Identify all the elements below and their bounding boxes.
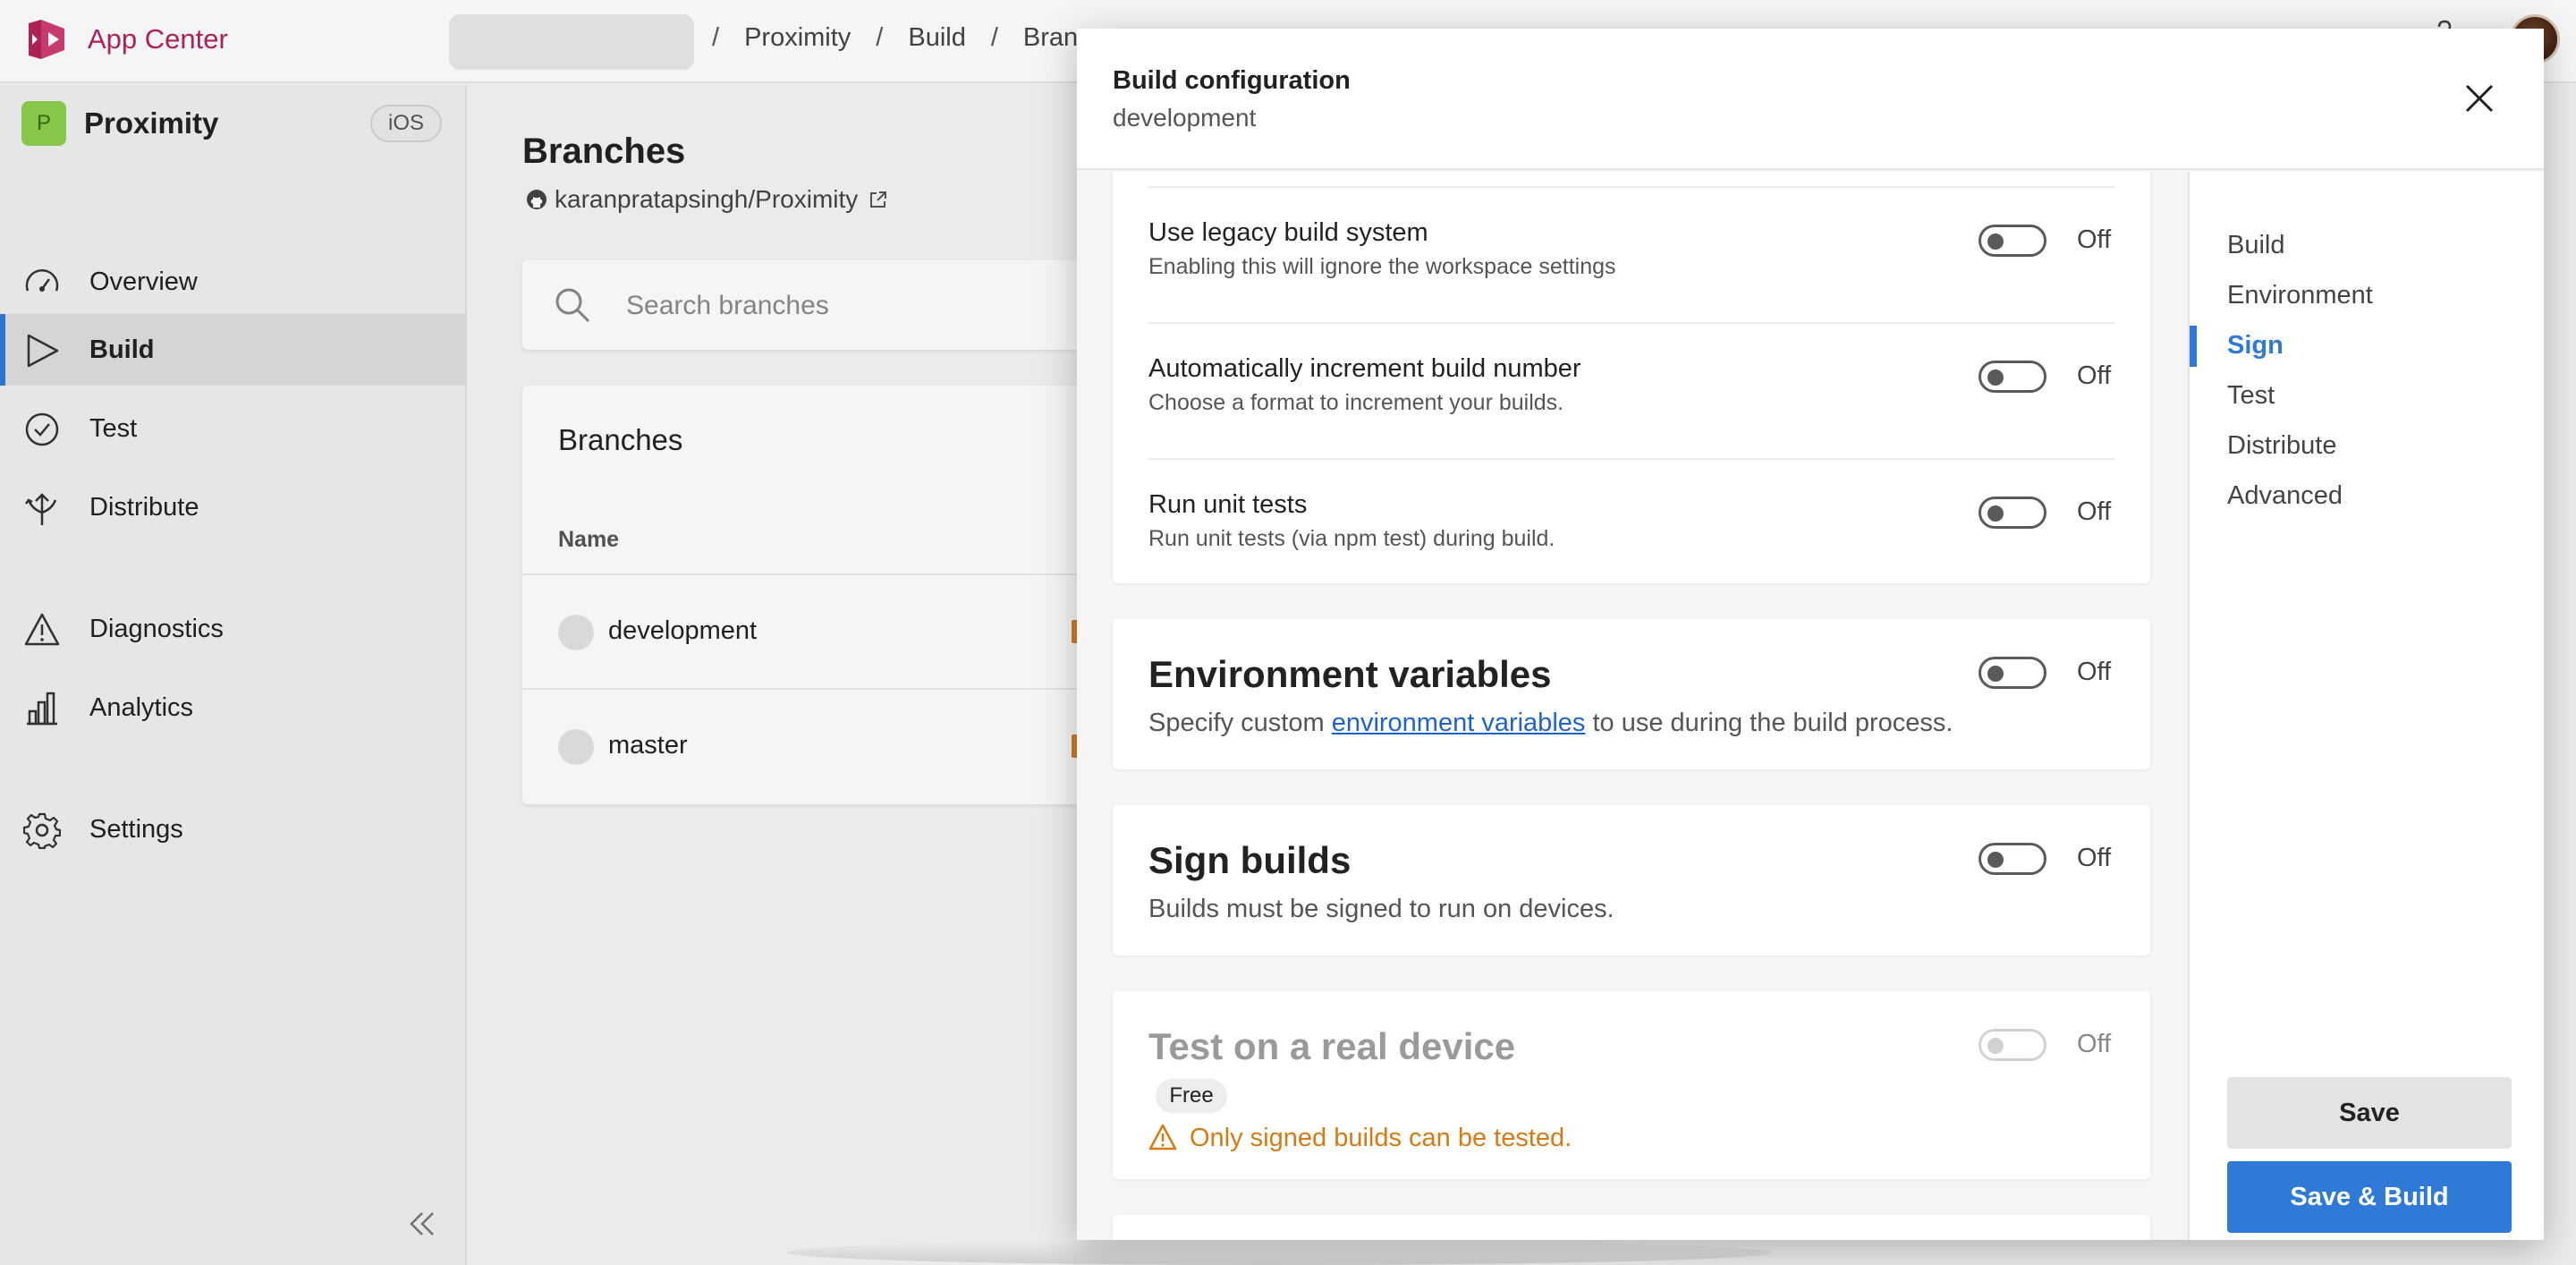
build-configuration-panel: Build configuration development Use lega… [1077,29,2544,1240]
panel-body[interactable]: Use legacy build system Enabling this wi… [1077,172,2186,1240]
section-nav-build[interactable]: Build [2190,224,2544,270]
environment-variables-link[interactable]: environment variables [1332,709,1586,737]
panel-header: Build configuration development [1077,29,2544,170]
divider [1148,186,2114,188]
warning-icon [1148,1124,1177,1150]
toggle-knob [1987,233,2004,250]
toggle-state: Off [2077,844,2112,872]
setting-description: Enabling this will ignore the workspace … [1148,254,1616,279]
toggle-knob [1987,852,2004,868]
toggle-state: Off [2077,225,2112,254]
environment-variables-card: Environment variables Specify custom env… [1113,619,2150,769]
test-real-device-card: Test on a real device Free Only signed b… [1113,991,2150,1179]
section-nav-label: Distribute [2227,431,2337,460]
section-nav-sign[interactable]: Sign [2190,324,2544,370]
toggle-knob [1987,1038,2004,1054]
close-icon[interactable] [2463,82,2496,115]
unit-tests-toggle[interactable] [1979,497,2046,529]
setting-description: Run unit tests (via npm test) during bui… [1148,526,1555,551]
sign-builds-toggle[interactable] [1979,843,2046,875]
auto-increment-toggle[interactable] [1979,361,2046,393]
save-and-build-button[interactable]: Save & Build [2227,1161,2512,1233]
divider [1148,458,2114,460]
section-nav-environment[interactable]: Environment [2190,274,2544,320]
legacy-build-toggle[interactable] [1979,225,2046,257]
save-button[interactable]: Save [2227,1077,2512,1149]
next-section-card [1113,1215,2150,1240]
environment-variables-toggle[interactable] [1979,657,2046,689]
panel-subtitle: development [1113,104,1257,132]
toggle-knob [1987,369,2004,386]
signing-warning: Only signed builds can be tested. [1148,1124,1572,1153]
setting-description: Choose a format to increment your builds… [1148,390,1564,415]
section-description: Specify custom environment variables to … [1148,709,1953,738]
build-settings-card: Use legacy build system Enabling this wi… [1113,172,2150,583]
divider [1148,322,2114,324]
bottom-shadow [787,1240,1771,1265]
free-badge: Free [1156,1079,1227,1113]
setting-title: Run unit tests [1148,490,1308,519]
panel-section-nav: Build Environment Sign Test Distribute A… [2188,172,2544,1240]
toggle-state: Off [2077,361,2112,390]
section-nav-label: Sign [2227,331,2284,360]
section-nav-test[interactable]: Test [2190,374,2544,420]
section-nav-advanced[interactable]: Advanced [2190,474,2544,521]
description-text: Specify custom [1148,709,1332,737]
setting-title: Automatically increment build number [1148,354,1581,383]
toggle-state: Off [2077,658,2112,686]
section-nav-distribute[interactable]: Distribute [2190,424,2544,471]
sign-builds-card: Sign builds Builds must be signed to run… [1113,805,2150,955]
toggle-knob [1987,505,2004,522]
panel-title: Build configuration [1113,66,1351,95]
setting-title: Use legacy build system [1148,218,1428,247]
toggle-knob [1987,666,2004,682]
section-description: Builds must be signed to run on devices. [1148,895,1614,923]
section-title: Test on a real device [1148,1025,1516,1067]
section-title: Environment variables [1148,653,1552,695]
section-title: Sign builds [1148,839,1352,881]
section-nav-label: Environment [2227,281,2373,310]
test-real-device-toggle [1979,1029,2046,1061]
toggle-state: Off [2077,497,2112,526]
description-text: to use during the build process. [1585,709,1953,737]
section-nav-label: Test [2227,381,2275,410]
warning-text: Only signed builds can be tested. [1190,1124,1572,1152]
toggle-state: Off [2077,1030,2112,1058]
section-nav-label: Build [2227,231,2285,259]
section-nav-label: Advanced [2227,481,2343,510]
